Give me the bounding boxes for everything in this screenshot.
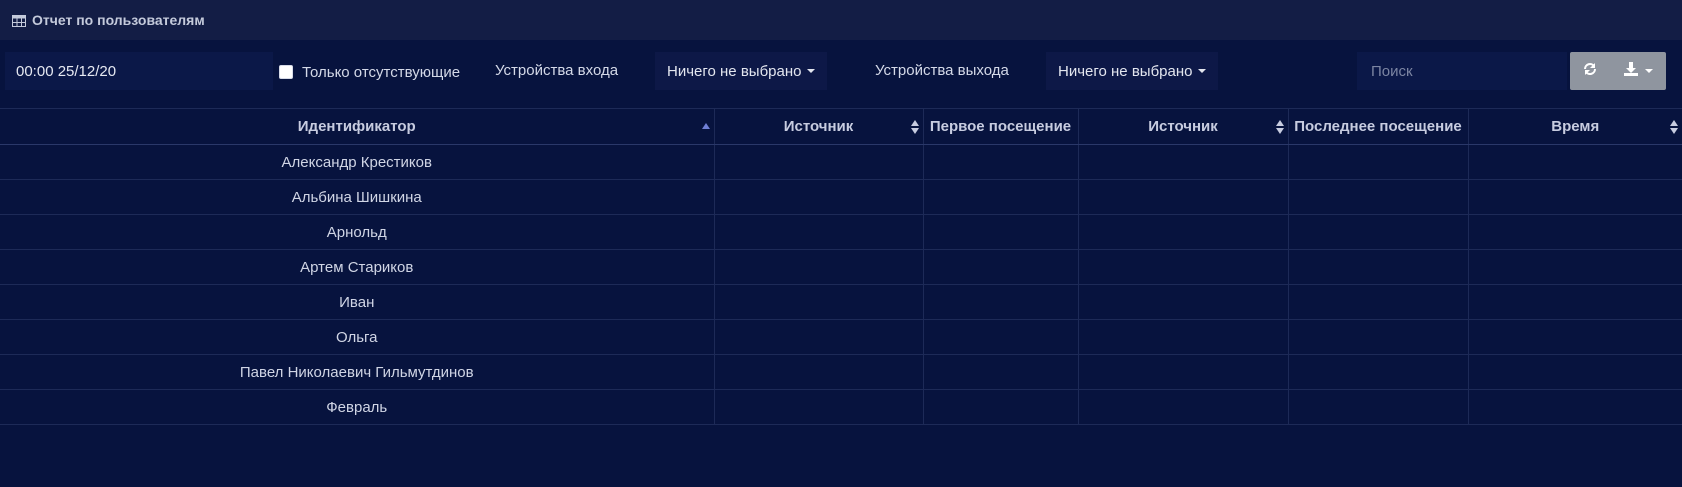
cell-time [1468, 179, 1682, 215]
sort-icon [1275, 120, 1284, 134]
cell-identifier: Артем Стариков [0, 249, 715, 285]
cell-source-first [714, 144, 924, 180]
cell-source-last [1078, 354, 1289, 390]
entry-devices-label: Устройства входа [495, 62, 619, 79]
cell-first-visit [923, 389, 1079, 425]
cell-source-first [714, 389, 924, 425]
cell-source-last [1078, 179, 1289, 215]
cell-time [1468, 214, 1682, 250]
cell-source-last [1078, 284, 1289, 320]
cell-identifier: Павел Николаевич Гильмутдинов [0, 354, 715, 390]
search-input[interactable]: Поиск [1357, 52, 1567, 90]
table-row[interactable]: Александр Крестиков [0, 144, 1682, 180]
table-row[interactable]: Артем Стариков [0, 249, 1682, 285]
cell-last-visit [1288, 144, 1469, 180]
column-header-time[interactable]: Время [1468, 108, 1682, 145]
table-row[interactable]: Ольга [0, 319, 1682, 355]
cell-identifier: Альбина Шишкина [0, 179, 715, 215]
cell-first-visit [923, 249, 1079, 285]
users-report-table: Идентификатор Источник Первое посещение … [0, 108, 1682, 425]
cell-source-last [1078, 389, 1289, 425]
cell-identifier: Ольга [0, 319, 715, 355]
sort-icon [910, 120, 919, 134]
cell-last-visit [1288, 179, 1469, 215]
chevron-down-icon [807, 69, 816, 73]
cell-last-visit [1288, 319, 1469, 355]
entry-devices-value: Ничего не выбрано [667, 62, 802, 80]
table-row[interactable]: Павел Николаевич Гильмутдинов [0, 354, 1682, 390]
cell-first-visit [923, 214, 1079, 250]
exit-devices-label: Устройства выхода [875, 62, 1009, 79]
panel-header: Отчет по пользователям [0, 0, 1682, 40]
cell-source-first [714, 354, 924, 390]
exit-devices-value: Ничего не выбрано [1058, 62, 1193, 80]
cell-time [1468, 144, 1682, 180]
column-header-source-first[interactable]: Источник [714, 108, 924, 145]
cell-source-first [714, 284, 924, 320]
cell-last-visit [1288, 389, 1469, 425]
table-header-row: Идентификатор Источник Первое посещение … [0, 108, 1682, 145]
search-placeholder: Поиск [1371, 62, 1413, 80]
table-row[interactable]: Февраль [0, 389, 1682, 425]
cell-source-first [714, 249, 924, 285]
cell-first-visit [923, 319, 1079, 355]
cell-identifier: Иван [0, 284, 715, 320]
cell-time [1468, 249, 1682, 285]
table-icon [12, 14, 26, 27]
cell-first-visit [923, 354, 1079, 390]
table-row[interactable]: Арнольд [0, 214, 1682, 250]
cell-first-visit [923, 144, 1079, 180]
cell-source-last [1078, 249, 1289, 285]
cell-first-visit [923, 284, 1079, 320]
date-time-input[interactable]: 00:00 25/12/20 [5, 52, 273, 90]
cell-identifier: Александр Крестиков [0, 144, 715, 180]
column-header-identifier[interactable]: Идентификатор [0, 108, 715, 145]
download-dropdown-button[interactable] [1610, 52, 1666, 90]
cell-time [1468, 354, 1682, 390]
download-icon [1623, 61, 1639, 82]
cell-identifier: Арнольд [0, 214, 715, 250]
only-absent-toggle[interactable]: Только отсутствующие [279, 62, 460, 82]
cell-source-first [714, 214, 924, 250]
cell-source-first [714, 319, 924, 355]
cell-time [1468, 319, 1682, 355]
chevron-down-icon [1198, 69, 1207, 73]
cell-source-last [1078, 214, 1289, 250]
column-header-last-visit[interactable]: Последнее посещение [1288, 108, 1469, 145]
cell-time [1468, 284, 1682, 320]
sort-icon [1670, 120, 1678, 134]
cell-last-visit [1288, 249, 1469, 285]
filter-toolbar: 00:00 25/12/20 Только отсутствующие Устр… [0, 40, 1682, 108]
panel-title: Отчет по пользователям [32, 12, 205, 28]
cell-time [1468, 389, 1682, 425]
cell-last-visit [1288, 214, 1469, 250]
cell-last-visit [1288, 354, 1469, 390]
cell-source-first [714, 179, 924, 215]
cell-first-visit [923, 179, 1079, 215]
cell-source-last [1078, 144, 1289, 180]
refresh-button[interactable] [1570, 52, 1610, 90]
exit-devices-dropdown[interactable]: Ничего не выбрано [1046, 52, 1219, 90]
action-button-group [1570, 52, 1666, 90]
cell-last-visit [1288, 284, 1469, 320]
sort-asc-icon [701, 123, 710, 129]
only-absent-checkbox[interactable] [279, 65, 293, 79]
table-row[interactable]: Альбина Шишкина [0, 179, 1682, 215]
chevron-down-icon [1645, 69, 1653, 73]
entry-devices-dropdown[interactable]: Ничего не выбрано [655, 52, 828, 90]
only-absent-label: Только отсутствующие [302, 63, 461, 81]
column-header-source-last[interactable]: Источник [1078, 108, 1289, 145]
column-header-first-visit[interactable]: Первое посещение [923, 108, 1079, 145]
cell-identifier: Февраль [0, 389, 715, 425]
refresh-icon [1582, 61, 1598, 82]
table-row[interactable]: Иван [0, 284, 1682, 320]
cell-source-last [1078, 319, 1289, 355]
